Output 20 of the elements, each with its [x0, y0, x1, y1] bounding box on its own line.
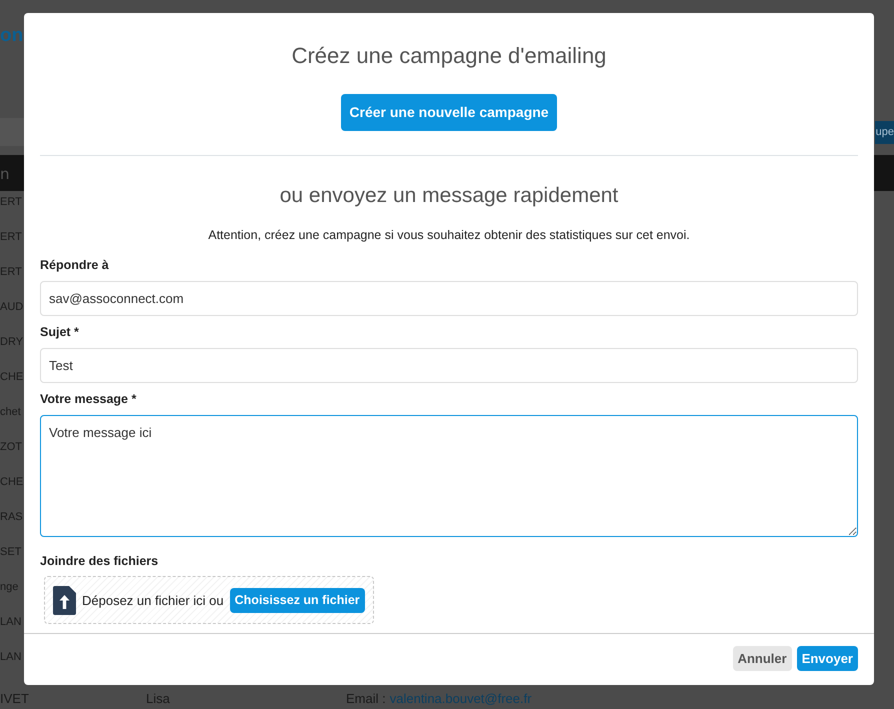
drop-text: Déposez un fichier ici ou [82, 592, 224, 610]
new-campaign-button[interactable]: Créer une nouvelle campagne [341, 94, 557, 131]
field-label: Sujet * [40, 324, 80, 341]
field-label: Votre message * [40, 390, 138, 408]
column-header: n [0, 165, 10, 183]
section-title: ou envoyez un message rapidement [278, 183, 620, 209]
field-label: Répondre à [40, 257, 110, 274]
modal-title: Créez une campagne d'emailing [290, 42, 608, 70]
message-field[interactable]: Votre message ici [40, 414, 858, 536]
cancel-button[interactable]: Annuler [732, 646, 792, 671]
input-field[interactable]: sav@assoconnect.com [40, 281, 858, 316]
notice-text: Attention, créez une campagne si vous souhaitez obtenir des statistiques sur cet envoi. [207, 226, 691, 244]
field-label: Joindre des fichiers [40, 552, 160, 570]
logo-text: on [0, 24, 24, 48]
file-upload-icon [53, 586, 76, 615]
send-button[interactable]: Envoyer [796, 646, 858, 671]
group-button[interactable]: upe [874, 121, 894, 144]
file-drop-zone[interactable]: Déposez un fichier ici ou Choisissez un fichier [44, 576, 374, 624]
choose-file-button[interactable]: Choisissez un fichier [230, 588, 365, 613]
input-field[interactable]: Test [40, 348, 858, 383]
